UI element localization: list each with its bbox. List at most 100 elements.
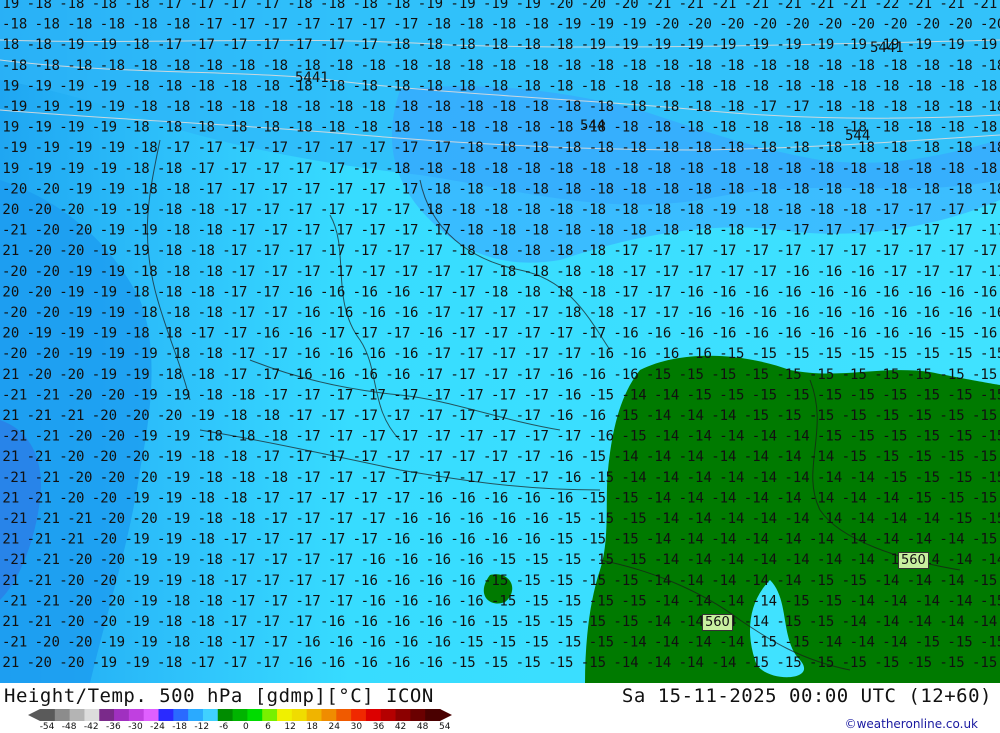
- temperature-value: -14: [679, 655, 704, 671]
- temperature-value: -20: [100, 387, 125, 403]
- legend-swatch: [395, 709, 411, 721]
- temperature-value: -16: [516, 490, 541, 506]
- temperature-value: -21: [2, 387, 27, 403]
- temperature-value: -18: [687, 99, 712, 115]
- temperature-value: -16: [809, 326, 834, 342]
- temperature-value: -18: [915, 58, 940, 74]
- temperature-value: -18: [458, 58, 483, 74]
- temperature-value: -18: [385, 78, 410, 94]
- temperature-value: -17: [483, 408, 508, 424]
- temperature-value: -17: [581, 326, 606, 342]
- temperature-value: -17: [230, 305, 255, 321]
- temperature-value: -15: [947, 346, 972, 362]
- temperature-value: -18: [353, 78, 378, 94]
- temperature-value: -15: [939, 490, 964, 506]
- temperature-value: -17: [907, 243, 932, 259]
- temperature-value: -17: [524, 305, 549, 321]
- temperature-value: -17: [295, 387, 320, 403]
- temperature-value: -17: [458, 387, 483, 403]
- temperature-value: -14: [744, 532, 769, 548]
- temperature-value: -17: [320, 202, 345, 218]
- temperature-value: -15: [589, 511, 614, 527]
- temperature-value: -17: [295, 511, 320, 527]
- temperature-value: -15: [524, 635, 549, 651]
- temperature-value: -15: [842, 367, 867, 383]
- temperature-value: -19: [100, 305, 125, 321]
- temperature-value: -14: [646, 573, 671, 589]
- temperature-value: -18: [287, 120, 312, 136]
- temperature-value: -19: [157, 573, 182, 589]
- temperature-value: -17: [483, 326, 508, 342]
- temperature-value: -18: [784, 58, 809, 74]
- temperature-value: -21: [711, 0, 736, 12]
- temperature-value: -15: [980, 511, 1000, 527]
- temperature-value: -18: [190, 490, 215, 506]
- legend-swatch: [321, 709, 337, 721]
- temperature-value: -14: [817, 470, 842, 486]
- temperature-value: -18: [850, 181, 875, 197]
- temperature-value: -15: [719, 387, 744, 403]
- temperature-value: -16: [589, 429, 614, 445]
- forecast-datetime: Sa 15-11-2025 00:00 UTC (12+60): [621, 685, 992, 707]
- temperature-value: -18: [328, 58, 353, 74]
- temperature-value: -15: [817, 387, 842, 403]
- temperature-value: -20: [100, 470, 125, 486]
- temperature-value: -18: [817, 99, 842, 115]
- temperature-value: -18: [92, 0, 117, 12]
- temperature-value: -17: [646, 284, 671, 300]
- temperature-value: -19: [842, 37, 867, 53]
- geopotential-label: 5441: [870, 40, 904, 56]
- temperature-value: -18: [458, 17, 483, 33]
- temperature-value: -20: [59, 614, 84, 630]
- temperature-value: -19: [124, 243, 149, 259]
- temperature-value: -16: [353, 573, 378, 589]
- legend-swatch: [262, 709, 278, 721]
- temperature-value: -18: [915, 140, 940, 156]
- legend-tick: 0: [243, 722, 249, 732]
- temperature-value: -17: [516, 449, 541, 465]
- temperature-value: -15: [850, 346, 875, 362]
- temperature-value: -14: [654, 635, 679, 651]
- temperature-value: -16: [654, 346, 679, 362]
- temperature-value: -17: [524, 470, 549, 486]
- temperature-value: -16: [361, 635, 386, 651]
- temperature-value: -17: [295, 470, 320, 486]
- legend-tick: 18: [306, 722, 318, 732]
- temperature-value: -19: [27, 78, 52, 94]
- temperature-value: -14: [719, 511, 744, 527]
- temperature-value: -21: [27, 449, 52, 465]
- temperature-value: -17: [393, 429, 418, 445]
- temperature-value: -14: [850, 635, 875, 651]
- temperature-value: -17: [784, 99, 809, 115]
- temperature-value: -17: [385, 449, 410, 465]
- temperature-value: -16: [744, 284, 769, 300]
- temperature-value: -21: [2, 429, 27, 445]
- temperature-value: -18: [190, 367, 215, 383]
- temperature-value: -19: [59, 120, 84, 136]
- temperature-value: -15: [589, 593, 614, 609]
- temperature-value: -21: [0, 532, 19, 548]
- temperature-value: -15: [613, 490, 638, 506]
- temperature-value: -18: [100, 58, 125, 74]
- temperature-value: -21: [2, 552, 27, 568]
- temperature-value: -16: [939, 284, 964, 300]
- temperature-value: -20: [27, 367, 52, 383]
- temperature-value: -14: [654, 593, 679, 609]
- temperature-value: -17: [255, 573, 280, 589]
- temperature-value: -17: [353, 202, 378, 218]
- temperature-value: -17: [426, 140, 451, 156]
- temperature-value: -17: [361, 181, 386, 197]
- temperature-value: -20: [947, 17, 972, 33]
- temperature-value: -17: [328, 429, 353, 445]
- temperature-value: -18: [524, 181, 549, 197]
- temperature-value: -14: [784, 552, 809, 568]
- temperature-value: -17: [418, 284, 443, 300]
- temperature-value: -16: [687, 346, 712, 362]
- temperature-value: -18: [190, 284, 215, 300]
- temperature-value: -14: [972, 614, 997, 630]
- temperature-value: -18: [190, 120, 215, 136]
- temperature-value: -16: [320, 655, 345, 671]
- temperature-value: -19: [27, 326, 52, 342]
- temperature-value: -18: [581, 202, 606, 218]
- credit-link[interactable]: ©weatheronline.co.uk: [845, 717, 978, 731]
